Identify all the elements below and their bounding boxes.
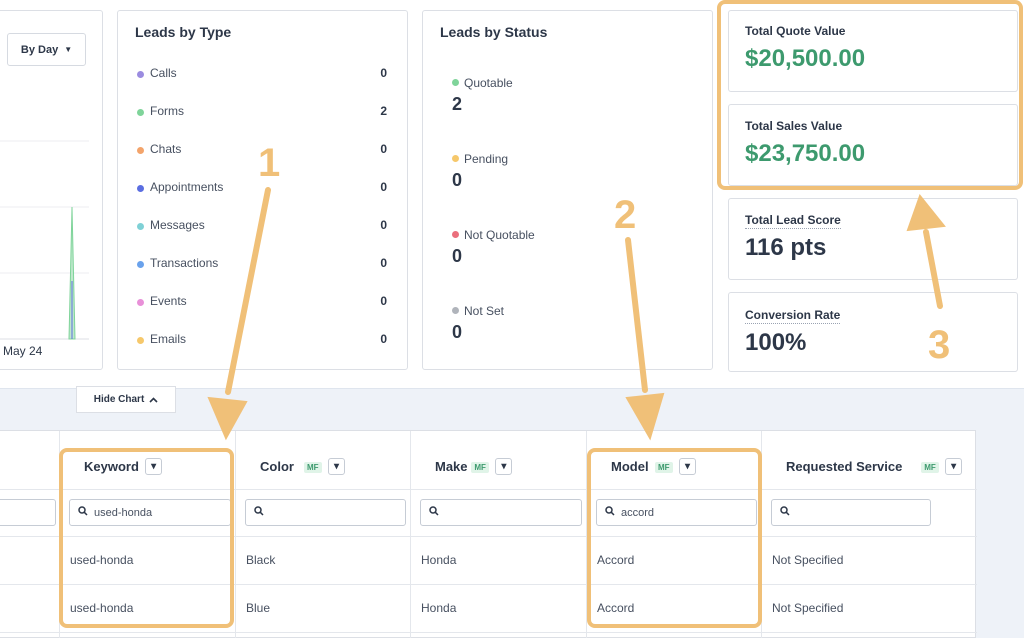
column-divider bbox=[235, 431, 236, 638]
lead-status-count: 0 bbox=[452, 246, 463, 266]
lead-score-label[interactable]: Total Lead Score bbox=[745, 213, 841, 229]
lead-status-count: 2 bbox=[452, 94, 463, 114]
table-cell: Not Specified bbox=[772, 601, 844, 615]
lead-score-value: 116 pts bbox=[745, 234, 827, 261]
lead-status-text: Not Quotable bbox=[464, 228, 535, 242]
lead-status-count: 0 bbox=[452, 170, 463, 190]
column-header-label: Color bbox=[260, 459, 294, 474]
status-dot-icon bbox=[452, 79, 459, 86]
lead-type-item: Events 0 bbox=[137, 294, 387, 314]
lead-type-count: 0 bbox=[380, 332, 387, 346]
lead-status-label: Pending bbox=[452, 152, 508, 166]
lead-type-item: Chats 0 bbox=[137, 142, 387, 162]
column-search-input[interactable] bbox=[245, 499, 406, 526]
lead-status-label: Not Quotable bbox=[452, 228, 535, 242]
conversion-rate-value: 100% bbox=[745, 329, 807, 356]
table-cell: Black bbox=[246, 553, 276, 567]
column-search-input[interactable] bbox=[420, 499, 582, 526]
chevron-down-icon[interactable]: ▾ bbox=[495, 458, 513, 475]
column-header[interactable]: Color MF ▾ bbox=[236, 431, 411, 489]
lead-status-label: Not Set bbox=[452, 304, 504, 318]
table-divider bbox=[0, 632, 977, 633]
column-header[interactable]: Make MF ▾ bbox=[411, 431, 587, 489]
conversion-rate-label[interactable]: Conversion Rate bbox=[745, 308, 841, 324]
search-icon bbox=[254, 506, 264, 516]
lead-status-text: Quotable bbox=[464, 76, 513, 90]
lead-status-text: Pending bbox=[464, 152, 509, 166]
highlight-keyword-column bbox=[59, 448, 234, 628]
legend-dot-icon bbox=[137, 299, 144, 306]
lead-type-label: Emails bbox=[150, 332, 187, 346]
lead-type-count: 0 bbox=[380, 256, 387, 270]
search-icon bbox=[429, 506, 439, 516]
lead-type-item: Calls 0 bbox=[137, 66, 387, 86]
mf-badge: MF bbox=[921, 462, 939, 473]
lead-status-count: 0 bbox=[452, 322, 463, 342]
lead-type-item: Appointments 0 bbox=[137, 180, 387, 200]
lead-type-count: 0 bbox=[380, 218, 387, 232]
lead-status-label: Quotable bbox=[452, 76, 513, 90]
status-dot-icon bbox=[452, 307, 459, 314]
legend-dot-icon bbox=[137, 261, 144, 268]
status-dot-icon bbox=[452, 231, 459, 238]
column-header[interactable]: Requested Service MF ▾ bbox=[762, 431, 976, 489]
lead-type-label: Chats bbox=[150, 142, 182, 156]
legend-dot-icon bbox=[137, 147, 144, 154]
hide-chart-button[interactable]: Hide Chart bbox=[76, 386, 176, 413]
chevron-down-icon[interactable]: ▾ bbox=[328, 458, 345, 475]
table-cell: Not Specified bbox=[772, 553, 844, 567]
legend-dot-icon bbox=[137, 109, 144, 116]
column-search-input[interactable] bbox=[771, 499, 931, 526]
column-header-label: Requested Service bbox=[786, 459, 903, 474]
lead-type-item: Messages 0 bbox=[137, 218, 387, 238]
chevron-down-icon[interactable]: ▾ bbox=[945, 458, 963, 475]
legend-dot-icon bbox=[137, 337, 144, 344]
legend-dot-icon bbox=[137, 223, 144, 230]
table-cell: Blue bbox=[246, 601, 271, 615]
lead-type-count: 0 bbox=[380, 180, 387, 194]
highlight-model-column bbox=[587, 448, 762, 628]
lead-type-item: Transactions 0 bbox=[137, 256, 387, 276]
leads-chart: May 24 bbox=[0, 140, 89, 358]
legend-dot-icon bbox=[137, 185, 144, 192]
legend-dot-icon bbox=[137, 71, 144, 78]
table-cell: Honda bbox=[421, 601, 457, 615]
lead-type-label: Messages bbox=[150, 218, 205, 232]
lead-type-item: Emails 0 bbox=[137, 332, 387, 352]
lead-type-count: 0 bbox=[380, 294, 387, 308]
lead-type-label: Calls bbox=[150, 66, 177, 80]
mf-badge: MF bbox=[471, 462, 489, 473]
lead-type-count: 0 bbox=[380, 66, 387, 80]
chevron-up-icon bbox=[149, 396, 158, 403]
lead-type-label: Events bbox=[150, 294, 187, 308]
lead-type-label: Appointments bbox=[150, 180, 224, 194]
hide-chart-label: Hide Chart bbox=[93, 394, 145, 405]
column-divider bbox=[410, 431, 411, 638]
leads-by-type-title: Leads by Type bbox=[135, 24, 232, 40]
lead-type-count: 2 bbox=[380, 104, 387, 118]
leads-chart-card: By Day ▼ May 24 bbox=[0, 10, 103, 370]
lead-type-item: Forms 2 bbox=[137, 104, 387, 124]
leads-by-status-title: Leads by Status bbox=[440, 24, 548, 40]
mf-badge: MF bbox=[304, 462, 322, 473]
search-icon bbox=[780, 506, 790, 516]
column-header-label: Make bbox=[435, 459, 468, 474]
status-dot-icon bbox=[452, 155, 459, 162]
column-search-input[interactable] bbox=[0, 499, 56, 526]
lead-type-label: Forms bbox=[150, 104, 184, 118]
lead-type-count: 0 bbox=[380, 142, 387, 156]
table-cell: Honda bbox=[421, 553, 457, 567]
lead-type-label: Transactions bbox=[150, 256, 219, 270]
chart-x-tick: May 24 bbox=[3, 344, 43, 358]
lead-status-text: Not Set bbox=[464, 304, 505, 318]
highlight-metric-values bbox=[717, 0, 1023, 190]
